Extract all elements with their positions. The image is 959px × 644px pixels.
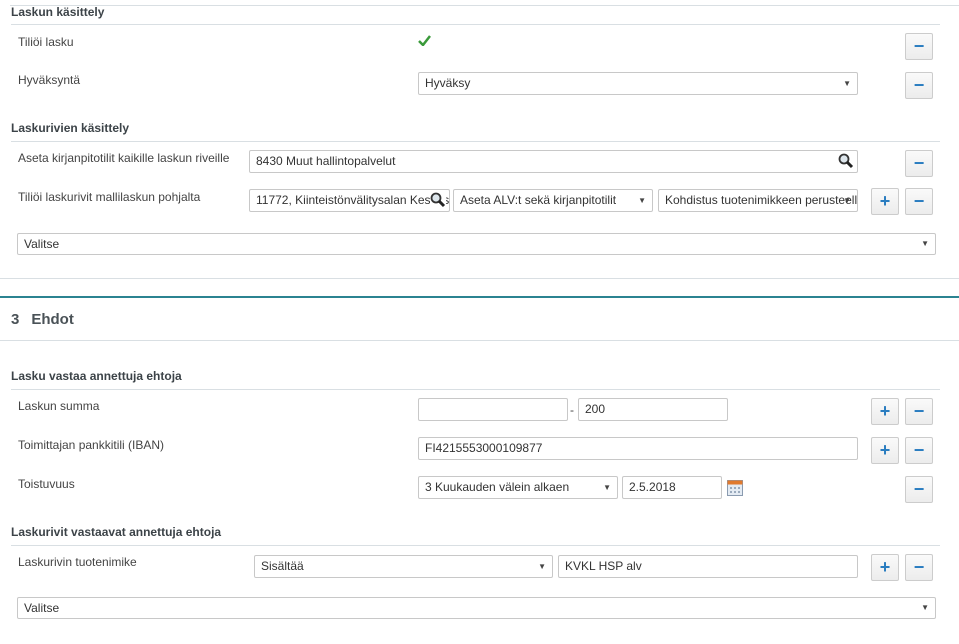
remove-button[interactable]: −	[905, 150, 933, 177]
divider	[0, 278, 959, 279]
add-button[interactable]: +	[871, 188, 899, 215]
divider	[11, 24, 940, 25]
remove-button[interactable]: −	[905, 554, 933, 581]
calendar-icon[interactable]	[727, 480, 743, 496]
aseta-label: Aseta kirjanpitotilit kaikille laskun ri…	[18, 151, 230, 165]
hyvaksynta-select[interactable]: Hyväksy	[418, 72, 858, 95]
toistuvuus-label: Toistuvuus	[18, 477, 75, 491]
section-heading: Laskurivit vastaavat annettuja ehtoja	[11, 525, 222, 539]
add-button[interactable]: +	[871, 437, 899, 464]
iban-input[interactable]: FI4215553000109877	[418, 437, 858, 460]
section-heading: Laskurivien käsittely	[11, 121, 130, 135]
remove-button[interactable]: −	[905, 398, 933, 425]
section-title-text: Ehdot	[31, 311, 74, 328]
summa-label: Laskun summa	[18, 399, 100, 413]
range-separator: -	[570, 403, 574, 417]
template-invoice-input[interactable]: 11772, Kiinteistönvälitysalan Keskusliit…	[249, 189, 450, 212]
account-input[interactable]: 8430 Muut hallintopalvelut	[249, 150, 858, 173]
template-invoice-value: 11772, Kiinteistönvälitysalan Keskusliit…	[256, 193, 450, 207]
section-divider	[0, 296, 959, 298]
search-icon[interactable]	[430, 192, 446, 208]
add-button[interactable]: +	[871, 398, 899, 425]
add-button[interactable]: +	[871, 554, 899, 581]
add-condition-select[interactable]: Valitse	[17, 597, 936, 619]
malli-label: Tiliöi laskurivit mallilaskun pohjalta	[18, 190, 201, 204]
section-title: 3 Ehdot	[11, 311, 74, 328]
section-number: 3	[11, 311, 20, 328]
remove-button[interactable]: −	[905, 72, 933, 99]
start-date-input[interactable]: 2.5.2018	[622, 476, 722, 499]
remove-button[interactable]: −	[905, 188, 933, 215]
amount-min-input[interactable]	[418, 398, 568, 421]
divider	[11, 545, 940, 546]
allocation-select[interactable]: Kohdistus tuotenimikkeen perusteella	[658, 189, 858, 212]
product-input[interactable]: KVKL HSP alv	[558, 555, 858, 578]
tuote-label: Laskurivin tuotenimike	[18, 555, 137, 569]
iban-label: Toimittajan pankkitili (IBAN)	[18, 438, 165, 452]
recurrence-select[interactable]: 3 Kuukauden välein alkaen	[418, 476, 618, 499]
vat-mode-select[interactable]: Aseta ALV:t sekä kirjanpitotilit	[453, 189, 653, 212]
section-heading: Laskun käsittely	[11, 5, 105, 19]
divider	[11, 389, 940, 390]
check-icon	[418, 35, 431, 46]
hyvaksynta-label: Hyväksyntä	[18, 73, 81, 87]
search-icon[interactable]	[838, 153, 854, 169]
divider	[10, 5, 959, 6]
tilioi-label: Tiliöi lasku	[18, 35, 74, 49]
remove-button[interactable]: −	[905, 476, 933, 503]
remove-button[interactable]: −	[905, 437, 933, 464]
operator-select[interactable]: Sisältää	[254, 555, 553, 578]
section-heading: Lasku vastaa annettuja ehtoja	[11, 369, 182, 383]
account-value: 8430 Muut hallintopalvelut	[256, 154, 396, 168]
amount-max-input[interactable]: 200	[578, 398, 728, 421]
divider	[11, 141, 940, 142]
divider	[0, 340, 959, 341]
add-action-select[interactable]: Valitse	[17, 233, 936, 255]
remove-button[interactable]: −	[905, 33, 933, 60]
